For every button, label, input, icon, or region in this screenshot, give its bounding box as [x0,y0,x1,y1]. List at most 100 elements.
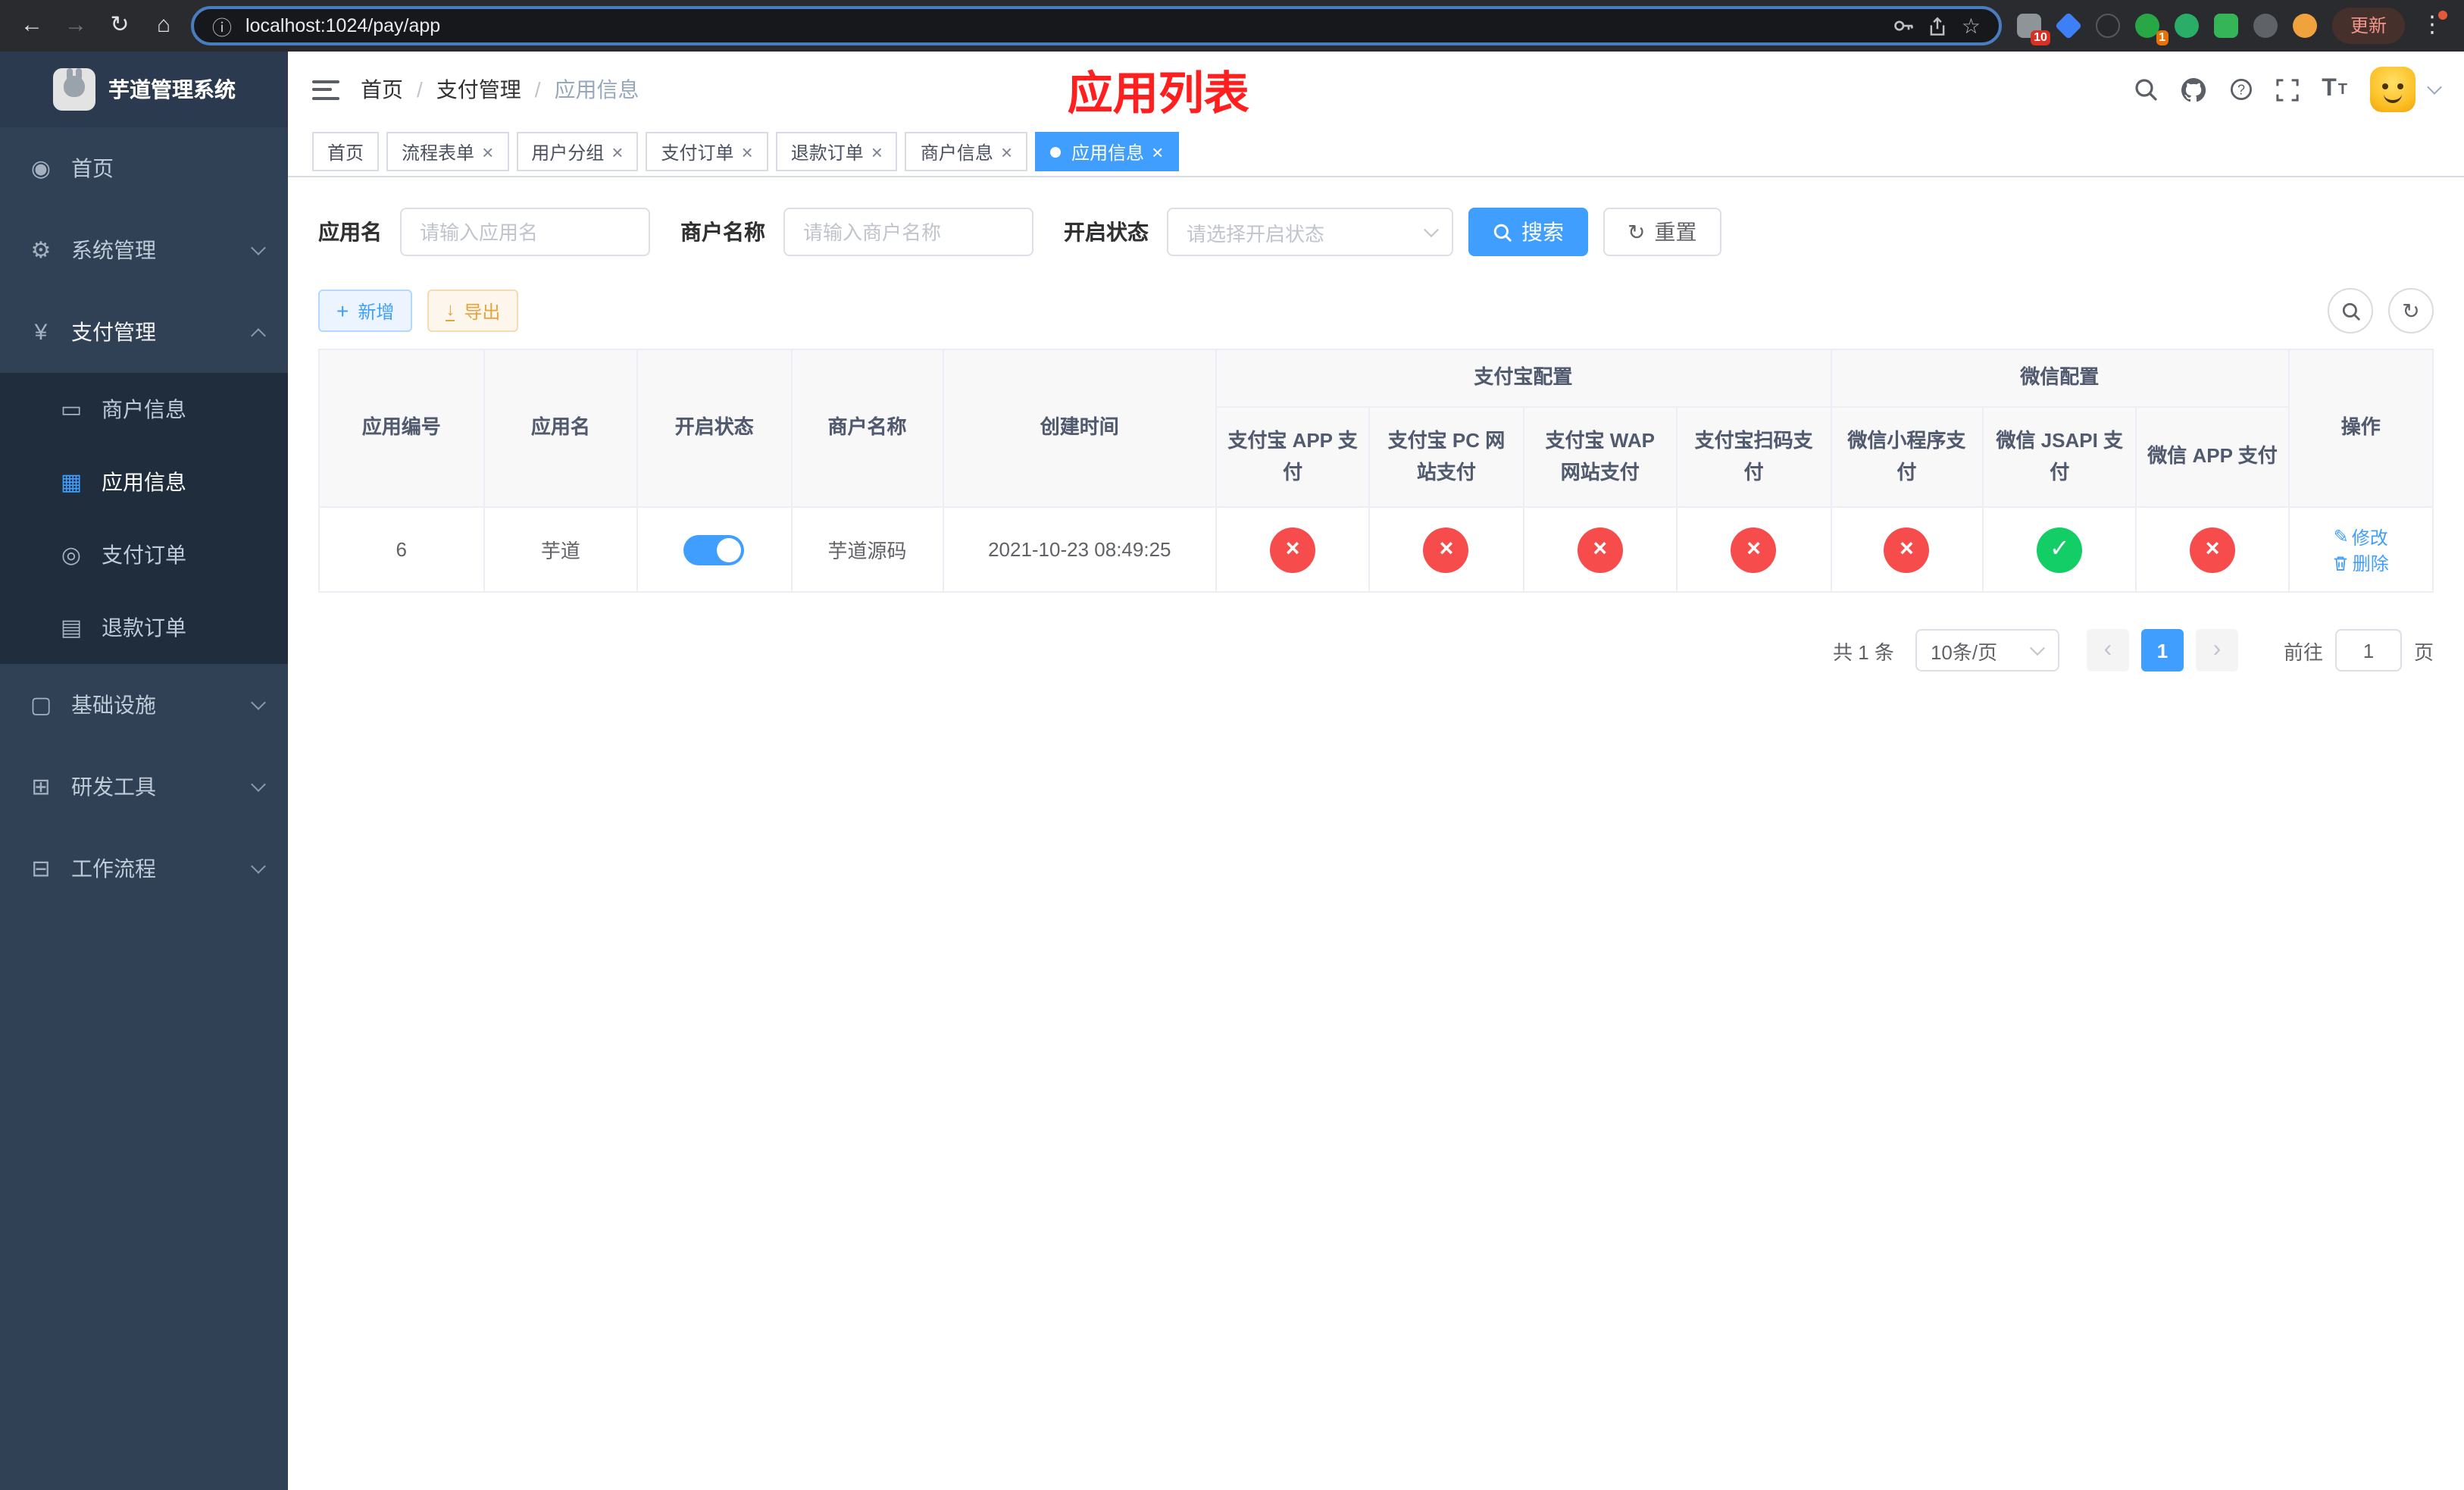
sidebar-toggle-icon[interactable] [312,80,339,99]
prev-page-button[interactable]: ‹ [2086,629,2129,671]
sidebar-item-devtools[interactable]: ⊞ 研发工具 [0,746,288,828]
close-icon[interactable]: × [871,142,883,161]
tab-pay-order[interactable]: 支付订单 × [646,132,768,171]
tab-merchant-info[interactable]: 商户信息 × [905,132,1028,171]
extension-icon-6[interactable] [2212,12,2240,39]
svg-text:?: ? [2237,82,2245,97]
bookmark-star-icon[interactable]: ☆ [1962,13,1981,39]
search-button[interactable]: 搜索 [1468,208,1588,256]
browser-home-icon[interactable]: ⌂ [147,9,180,42]
alipay-wap-status-icon: × [1577,527,1623,572]
sidebar-item-system[interactable]: ⚙ 系统管理 [0,209,288,291]
alipay-app-status-icon: × [1270,527,1316,572]
page-size-select[interactable]: 10条/页 [1915,629,2059,671]
browser-menu-icon[interactable]: ⋮ [2416,9,2449,42]
sidebar-item-app-info[interactable]: ▦ 应用信息 [0,446,288,518]
close-icon[interactable]: × [1152,142,1163,161]
cell-app-id: 6 [318,506,485,593]
extension-icon-wechat[interactable] [2173,12,2200,39]
tab-refund-order[interactable]: 退款订单 × [775,132,898,171]
col-header-status: 开启状态 [636,349,793,508]
close-icon[interactable]: × [742,142,753,161]
font-size-icon[interactable]: TT [2322,76,2347,103]
trash-icon [2334,556,2347,570]
search-icon[interactable] [2134,77,2158,102]
add-button-label: 新增 [358,301,395,322]
edit-button[interactable]: ✎ 修改 [2334,524,2388,549]
cell-alipay-app: × [1215,506,1371,593]
address-bar[interactable]: ⓘ localhost:1024/pay/app ☆ [191,6,2002,45]
goto-page-input[interactable] [2334,629,2402,671]
url-text[interactable]: localhost:1024/pay/app [245,15,1880,36]
tab-label: 支付订单 [661,142,734,163]
navbar-actions: ? TT [2134,67,2442,112]
sidebar-item-infra[interactable]: ▢ 基础设施 [0,664,288,746]
app-logo-row[interactable]: 芋道管理系统 [0,52,288,127]
current-page-button[interactable]: 1 [2140,629,2184,671]
status-toggle[interactable] [683,534,745,565]
breadcrumb-home[interactable]: 首页 [361,74,403,105]
update-button[interactable]: 更新 [2331,8,2405,44]
password-key-icon[interactable] [1893,15,1915,36]
help-icon[interactable]: ? [2229,77,2253,102]
extension-icon-1[interactable]: 10 [2015,12,2050,45]
tab-app-info[interactable]: 应用信息 × [1035,132,1179,171]
col-header-wx-mini: 微信小程序支付 [1830,406,1984,508]
extension-icon-avatar[interactable] [2291,12,2319,39]
tab-label: 首页 [327,142,364,163]
sidebar-item-refund-order[interactable]: ▤ 退款订单 [0,591,288,664]
extension-icon-3[interactable] [2094,12,2122,39]
avatar-caret-icon[interactable] [2427,79,2442,94]
extension-icon-7[interactable] [2252,12,2279,39]
tags-view-bar: 首页 流程表单 × 用户分组 × 支付订单 × 退款订单 × 商户信息 × 应用信息 × [288,127,2464,177]
site-info-icon[interactable]: ⓘ [212,11,232,40]
delete-button-label: 删除 [2352,552,2389,574]
col-header-merchant: 商户名称 [790,349,944,508]
sidebar-item-label: 支付订单 [102,543,186,567]
sidebar-item-payment[interactable]: ¥ 支付管理 [0,291,288,373]
tab-home[interactable]: 首页 [312,132,380,171]
tab-label: 退款订单 [790,142,864,163]
reset-button-label: 重置 [1654,220,1697,244]
sidebar-item-label: 退款订单 [102,615,186,640]
extension-badge: 1 [2156,30,2169,45]
goto-suffix: 页 [2413,640,2434,663]
tab-label: 流程表单 [402,142,475,163]
browser-forward-icon[interactable]: → [59,9,92,42]
chevron-down-icon [251,239,266,255]
refresh-table-button[interactable]: ↻ [2388,288,2434,333]
main-content: 应用名 商户名称 开启状态 请选择开启状态 搜索 ↻ 重置 [288,177,2464,1490]
browser-reload-icon[interactable]: ↻ [103,9,136,42]
delete-button[interactable]: 删除 [2333,549,2389,575]
breadcrumb-payment[interactable]: 支付管理 [436,74,521,105]
extension-icon-4[interactable]: 1 [2134,12,2169,45]
pagination-total: 共 1 条 [1833,640,1894,663]
close-icon[interactable]: × [1001,142,1012,161]
tab-user-group[interactable]: 用户分组 × [516,132,639,171]
sidebar-item-workflow[interactable]: ⊟ 工作流程 [0,828,288,909]
toggle-search-button[interactable] [2328,288,2373,333]
filter-form: 应用名 商户名称 开启状态 请选择开启状态 搜索 ↻ 重置 [318,208,2434,256]
export-button[interactable]: ↓ 导出 [427,290,519,332]
share-icon[interactable] [1928,16,1948,36]
close-icon[interactable]: × [611,142,623,161]
merchant-name-input[interactable] [783,208,1033,256]
sidebar-item-pay-order[interactable]: ◎ 支付订单 [0,518,288,591]
col-header-app-id: 应用编号 [318,349,485,508]
tab-process-form[interactable]: 流程表单 × [386,132,509,171]
github-icon[interactable] [2181,77,2206,102]
app-name-input[interactable] [400,208,650,256]
sidebar-item-home[interactable]: ◉ 首页 [0,127,288,209]
user-avatar[interactable] [2370,67,2416,112]
extension-icon-2[interactable] [2054,11,2083,40]
status-select[interactable]: 请选择开启状态 [1167,208,1453,256]
close-icon[interactable]: × [482,142,493,161]
fullscreen-icon[interactable] [2276,78,2299,101]
top-navbar: 首页 / 支付管理 / 应用信息 应用列表 ? T T [288,52,2464,127]
sidebar-item-merchant-info[interactable]: ▭ 商户信息 [0,373,288,446]
add-button[interactable]: + 新增 [318,290,413,332]
reset-button[interactable]: ↻ 重置 [1603,208,1721,256]
browser-back-icon[interactable]: ← [15,9,48,42]
tab-label: 商户信息 [920,142,993,163]
next-page-button[interactable]: › [2195,629,2238,671]
